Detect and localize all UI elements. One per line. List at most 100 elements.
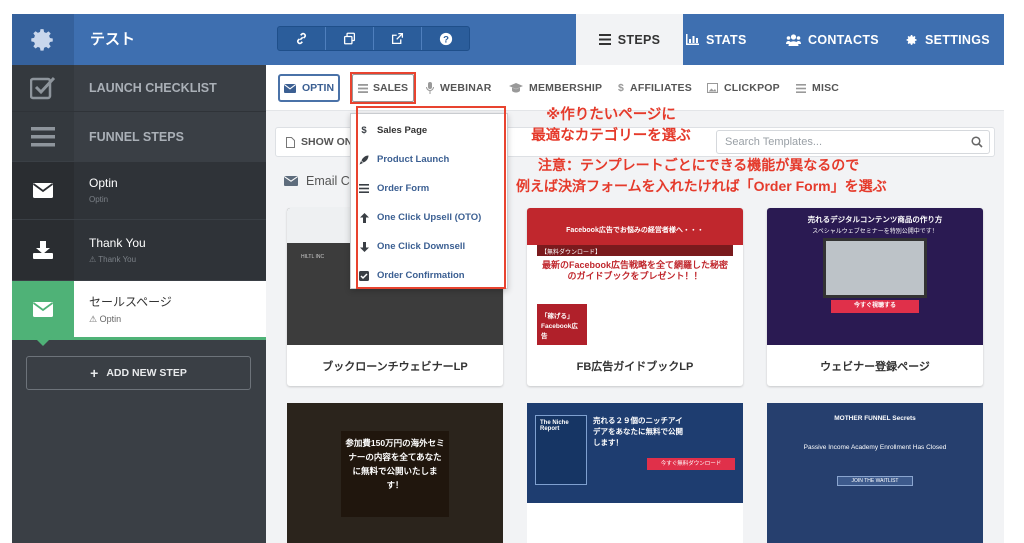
step-sub: ⚠ Thank You <box>89 255 136 264</box>
thumbnail-brand: MOTHER FUNNEL Secrets <box>834 415 916 422</box>
envelope-icon <box>284 176 298 186</box>
funnel-step-thank-you[interactable]: Thank You ⚠ Thank You <box>12 220 266 280</box>
thumbnail-badge: 【無料ダウンロード】 <box>537 245 733 256</box>
thumbnail-cta: 今すぐ無料ダウンロード <box>647 458 735 470</box>
users-icon <box>786 33 801 46</box>
template-card[interactable]: 参加費150万円の海外セミナーの内容を全てあなたに無料で公開いたします！ <box>287 403 503 543</box>
tab-steps[interactable]: STEPS <box>576 14 683 65</box>
open-funnel-button[interactable] <box>374 27 422 50</box>
template-card[interactable]: 売れるデジタルコンテンツ商品の作り方 スペシャルウェブセミナーを特別公開中です！… <box>767 208 983 386</box>
step-sub-label: Optin <box>99 314 122 324</box>
thumbnail-headline: Passive Income Academy Enrollment Has Cl… <box>803 444 947 451</box>
tab-settings[interactable]: SETTINGS <box>906 14 990 65</box>
link-icon <box>297 32 306 45</box>
step-name: Thank You <box>89 236 146 250</box>
category-affiliates-label: AFFILIATES <box>630 82 692 94</box>
tab-steps-label: STEPS <box>617 32 661 47</box>
funnel-title: テスト <box>90 31 136 48</box>
funnel-settings-button[interactable] <box>12 14 74 65</box>
warning-icon: ⚠ <box>89 255 99 264</box>
thumbnail-cta: 今すぐ視聴する <box>831 300 919 313</box>
category-membership-label: MEMBERSHIP <box>529 82 603 94</box>
annotation-line: 最適なカテゴリーを選ぶ <box>531 128 691 144</box>
gear-icon <box>31 28 53 51</box>
add-new-step-label: ADD NEW STEP <box>106 367 187 379</box>
category-misc[interactable]: MISC <box>796 82 839 94</box>
sidebar-item-funnel-steps[interactable]: FUNNEL STEPS <box>12 111 266 161</box>
sales-highlight-box <box>350 72 416 104</box>
thumbnail-heading: 売れるデジタルコンテンツ商品の作り方 <box>807 215 943 224</box>
template-title: ブックローンチウェビナーLP <box>322 360 468 373</box>
category-membership[interactable]: MEMBERSHIP <box>509 82 602 94</box>
image-icon <box>707 83 718 93</box>
copy-link-button[interactable] <box>278 27 326 50</box>
gear-icon <box>906 34 917 45</box>
step-name: セールスページ <box>89 295 172 309</box>
category-misc-label: MISC <box>812 82 840 94</box>
tab-stats[interactable]: STATS <box>686 14 747 65</box>
sidebar-item-launch-checklist[interactable]: LAUNCH CHECKLIST <box>12 65 266 111</box>
checkbox-icon <box>30 76 56 100</box>
funnel-step-sales-page[interactable]: セールスページ ⚠ Optin <box>12 281 266 337</box>
sidebar-item-label: LAUNCH CHECKLIST <box>89 81 217 95</box>
thumbnail-headline: 参加費150万円の海外セミナーの内容を全てあなたに無料で公開いたします！ <box>345 438 445 490</box>
add-new-step-button[interactable]: + ADD NEW STEP <box>26 356 251 390</box>
search-icon <box>971 136 983 148</box>
show-only-filter[interactable]: SHOW ON <box>286 136 352 148</box>
envelope-icon <box>33 183 53 198</box>
step-name: Optin <box>89 176 118 190</box>
search-templates-input[interactable]: Search Templates... <box>716 130 990 154</box>
annotation-note: 注意：テンプレートごとにできる機能が異なるので 例えば決済フォームを入れたければ… <box>516 155 1000 197</box>
dropdown-highlight-box <box>356 106 506 289</box>
help-button[interactable]: ? <box>422 27 469 50</box>
template-browser: OPTIN SALES WEBINAR MEMBERSHIP $ AFFILIA… <box>266 65 1004 543</box>
thumbnail-subheading: スペシャルウェブセミナーを特別公開中です！ <box>812 229 938 235</box>
thumbnail-book: The Niche Report <box>535 415 587 485</box>
category-clickpop[interactable]: CLICKPOP <box>707 82 780 94</box>
annotation-choose-category: ※作りたいページに 最適なカテゴリーを選ぶ <box>516 105 706 147</box>
category-clickpop-label: CLICKPOP <box>724 82 780 94</box>
annotation-line: ※作りたいページに <box>546 107 676 123</box>
step-sub-label: Thank You <box>98 255 137 264</box>
category-affiliates[interactable]: $ AFFILIATES <box>618 82 692 94</box>
tab-contacts[interactable]: CONTACTS <box>786 14 879 65</box>
clone-funnel-button[interactable] <box>326 27 374 50</box>
warning-icon: ⚠ <box>89 314 100 324</box>
svg-text:?: ? <box>443 34 449 45</box>
thumbnail-heading: Facebook広告でお悩みの経営者様へ・・・ <box>566 227 704 234</box>
funnel-tools-group: ? <box>277 26 470 51</box>
section-heading-label: Email C <box>306 174 350 188</box>
tab-stats-label: STATS <box>706 32 747 47</box>
category-optin-button[interactable]: OPTIN <box>278 74 340 102</box>
template-card[interactable]: The Niche Report 売れる２９個のニッチアイデアをあなたに無料で公… <box>527 403 743 543</box>
funnel-step-optin[interactable]: Optin Optin <box>12 162 266 219</box>
download-icon <box>33 241 53 259</box>
annotation-line: 注意：テンプレートごとにできる機能が異なるので <box>538 157 860 173</box>
list-icon <box>598 34 611 45</box>
annotation-line: 例えば決済フォームを入れたければ「Order Form」を選ぶ <box>516 178 887 194</box>
funnel-sidebar: LAUNCH CHECKLIST FUNNEL STEPS Optin Opti… <box>12 65 266 543</box>
graduation-cap-icon <box>509 83 523 93</box>
microphone-icon <box>426 82 434 94</box>
active-step-pointer <box>34 337 52 346</box>
bar-chart-icon <box>686 34 699 45</box>
top-navigation-bar: テスト ? STEPS STATS CONTACTS SETTINGS <box>12 14 1004 65</box>
thumbnail-caption: HILTL INC <box>301 254 325 260</box>
template-card[interactable]: Facebook広告でお悩みの経営者様へ・・・ 【無料ダウンロード】 最新のFa… <box>527 208 743 386</box>
thumbnail-headline: 最新のFacebook広告戦略を全て網羅した秘密のガイドブックをプレゼント！！ <box>541 260 728 281</box>
step-sub: ⚠ Optin <box>89 314 121 325</box>
category-optin-label: OPTIN <box>301 82 335 94</box>
clone-icon <box>343 32 356 45</box>
template-title: FB広告ガイドブックLP <box>576 360 694 373</box>
plus-icon: + <box>90 365 99 381</box>
document-icon <box>286 136 295 148</box>
template-card[interactable]: MOTHER FUNNEL Secrets Passive Income Aca… <box>767 403 983 543</box>
sidebar-item-label: FUNNEL STEPS <box>89 130 184 144</box>
envelope-icon <box>33 301 53 317</box>
dollar-icon: $ <box>618 82 625 94</box>
hamburger-icon <box>31 126 55 146</box>
category-webinar[interactable]: WEBINAR <box>426 82 492 94</box>
tab-contacts-label: CONTACTS <box>808 32 879 47</box>
template-thumbnail: Facebook広告でお悩みの経営者様へ・・・ 【無料ダウンロード】 最新のFa… <box>527 208 743 345</box>
search-placeholder: Search Templates... <box>725 136 823 148</box>
